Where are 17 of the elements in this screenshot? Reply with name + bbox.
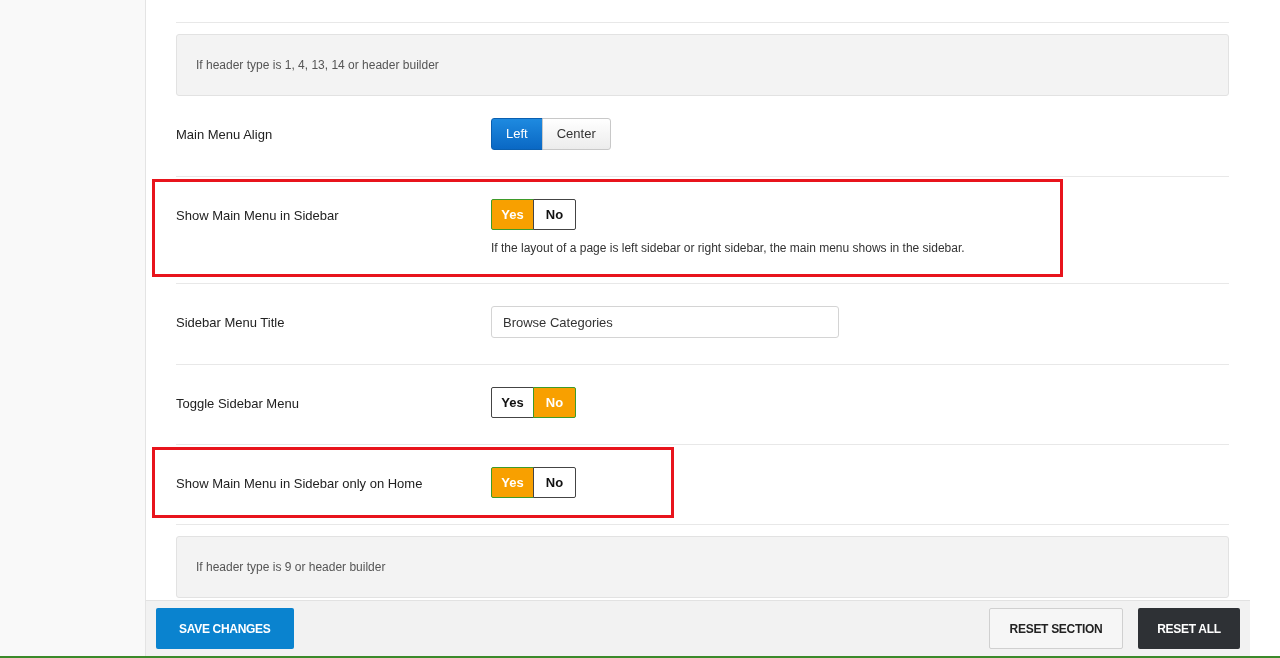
setting-label: Sidebar Menu Title xyxy=(176,315,285,330)
align-option[interactable]: Center xyxy=(541,118,611,150)
switch-option[interactable]: No xyxy=(533,467,576,498)
setting-description: If the layout of a page is left sidebar or right sidebar, the main menu shows in the sidebar. xyxy=(491,240,965,257)
align-option[interactable]: Left xyxy=(491,118,543,150)
info-text: If header type is 1, 4, 13, 14 or header builder xyxy=(196,57,439,74)
reset-all-button[interactable]: RESET ALL xyxy=(1138,608,1240,649)
info-text: If header type is 9 or header builder xyxy=(196,559,386,576)
setting-label: Main Menu Align xyxy=(176,127,273,142)
setting-label: Show Main Menu in Sidebar xyxy=(176,208,339,223)
setting-label: Show Main Menu in Sidebar only on Home xyxy=(176,476,423,491)
text-field[interactable]: Browse Categories xyxy=(491,306,839,338)
setting-label: Toggle Sidebar Menu xyxy=(176,396,299,411)
reset-section-button[interactable]: RESET SECTION xyxy=(989,608,1123,649)
save-changes-button[interactable]: SAVE CHANGES xyxy=(156,608,294,649)
switch-option[interactable]: No xyxy=(533,199,576,230)
switch-option[interactable]: Yes xyxy=(491,387,534,418)
